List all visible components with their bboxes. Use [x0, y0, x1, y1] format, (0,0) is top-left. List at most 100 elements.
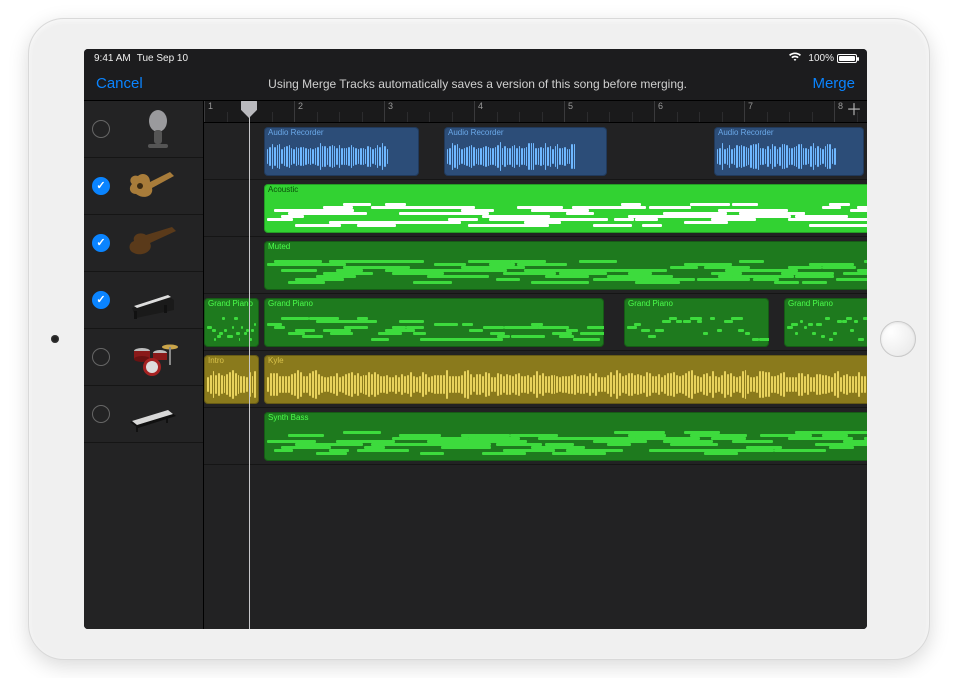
status-time: 9:41 AM: [94, 53, 131, 64]
ruler-bar-3[interactable]: 3: [384, 101, 393, 122]
ruler-bar-5[interactable]: 5: [564, 101, 573, 122]
track-header-piano[interactable]: [84, 272, 203, 329]
ipad-frame: 9:41 AM Tue Sep 10 100% Cancel Using Mer…: [28, 18, 930, 660]
track-lane-bass-guitar[interactable]: Muted: [204, 237, 867, 294]
ruler-subtick: [339, 112, 340, 122]
track-sidebar: [84, 101, 204, 629]
ruler-bar-1[interactable]: 1: [204, 101, 213, 122]
track-select-checkbox[interactable]: [92, 234, 110, 252]
region-label: Intro: [208, 356, 224, 366]
ruler-subtick: [519, 112, 520, 122]
track-lane-drums[interactable]: Intro Kyle: [204, 351, 867, 408]
region-content: [444, 139, 607, 174]
region-label: Audio Recorder: [448, 128, 504, 138]
region[interactable]: Grand Piano: [624, 298, 769, 347]
region-label: Audio Recorder: [268, 128, 324, 138]
track-lane-piano[interactable]: Grand Piano Grand Piano Grand Piano Grand P…: [204, 294, 867, 351]
region-label: Grand Piano: [788, 299, 833, 309]
region-label: Grand Piano: [208, 299, 253, 309]
region[interactable]: Audio Recorder: [444, 127, 607, 176]
ruler-subtick: [272, 112, 273, 122]
ruler-subtick: [407, 112, 408, 122]
bass-guitar-icon: [118, 221, 188, 265]
status-bar: 9:41 AM Tue Sep 10 100%: [84, 49, 867, 67]
ruler-subtick: [699, 112, 700, 122]
ruler-subtick: [542, 112, 543, 122]
ruler[interactable]: ＋ 1 2 3 4 5 6 7 8: [204, 101, 867, 123]
ruler-subtick: [812, 112, 813, 122]
region[interactable]: Grand Piano: [784, 298, 867, 347]
region[interactable]: Intro: [204, 355, 259, 404]
nav-bar: Cancel Using Merge Tracks automatically …: [84, 67, 867, 101]
track-select-checkbox[interactable]: [92, 291, 110, 309]
ruler-subtick: [452, 112, 453, 122]
timeline-area[interactable]: ＋ 12345678 Audio RecorderAudio RecorderA…: [204, 101, 867, 629]
region[interactable]: Grand Piano: [264, 298, 604, 347]
track-header-vocal[interactable]: [84, 101, 203, 158]
track-header-drums[interactable]: [84, 329, 203, 386]
region[interactable]: Synth Bass: [264, 412, 867, 461]
track-select-checkbox[interactable]: [92, 177, 110, 195]
ruler-bar-7[interactable]: 7: [744, 101, 753, 122]
region-label: Audio Recorder: [718, 128, 774, 138]
region-label: Synth Bass: [268, 413, 308, 423]
region[interactable]: Kyle: [264, 355, 867, 404]
wifi-icon: [788, 52, 802, 65]
ruler-bar-6[interactable]: 6: [654, 101, 663, 122]
region-content: [624, 310, 769, 345]
track-header-bass-guitar[interactable]: [84, 215, 203, 272]
region[interactable]: Grand Piano: [204, 298, 259, 347]
ruler-bar-8[interactable]: 8: [834, 101, 843, 122]
region[interactable]: Audio Recorder: [714, 127, 864, 176]
ruler-subtick: [632, 112, 633, 122]
region-content: [264, 424, 867, 459]
region[interactable]: Muted: [264, 241, 867, 290]
region-label: Acoustic: [268, 185, 298, 195]
ruler-subtick: [249, 112, 250, 122]
keyboard-icon: [118, 392, 188, 436]
ruler-subtick: [857, 112, 858, 122]
region-content: [264, 196, 867, 231]
drums-icon: [118, 335, 188, 379]
region-label: Grand Piano: [268, 299, 313, 309]
ruler-subtick: [677, 112, 678, 122]
cancel-button[interactable]: Cancel: [96, 75, 143, 92]
mic-icon: [118, 107, 188, 151]
region-content: [264, 310, 604, 345]
region[interactable]: Audio Recorder: [264, 127, 419, 176]
home-button[interactable]: [880, 321, 916, 357]
add-section-button[interactable]: ＋: [845, 103, 863, 121]
track-select-checkbox[interactable]: [92, 348, 110, 366]
piano-icon: [118, 278, 188, 322]
track-header-synth[interactable]: [84, 386, 203, 443]
battery-percent: 100%: [808, 53, 834, 64]
ruler-subtick: [587, 112, 588, 122]
ruler-subtick: [722, 112, 723, 122]
ruler-bar-4[interactable]: 4: [474, 101, 483, 122]
track-lanes: Audio Recorder Audio Recorder Audio Record…: [204, 123, 867, 629]
track-lane-vocal[interactable]: Audio Recorder Audio Recorder Audio Record…: [204, 123, 867, 180]
region-content: [714, 139, 864, 174]
ruler-subtick: [497, 112, 498, 122]
status-date: Tue Sep 10: [137, 53, 188, 64]
ruler-subtick: [767, 112, 768, 122]
track-header-acoustic[interactable]: [84, 158, 203, 215]
track-select-checkbox[interactable]: [92, 120, 110, 138]
region-label: Muted: [268, 242, 290, 252]
region[interactable]: Acoustic: [264, 184, 867, 233]
battery-icon: [837, 54, 857, 63]
ruler-subtick: [227, 112, 228, 122]
track-lane-synth[interactable]: Synth Bass: [204, 408, 867, 465]
track-lane-acoustic[interactable]: Acoustic: [204, 180, 867, 237]
region-content: [264, 253, 867, 288]
ruler-subtick: [429, 112, 430, 122]
region-content: [204, 310, 259, 345]
track-select-checkbox[interactable]: [92, 405, 110, 423]
front-camera: [51, 335, 59, 343]
ruler-subtick: [789, 112, 790, 122]
region-content: [264, 367, 867, 402]
merge-button[interactable]: Merge: [812, 75, 855, 92]
region-content: [204, 367, 259, 402]
track-editor: ＋ 12345678 Audio RecorderAudio RecorderA…: [84, 101, 867, 629]
ruler-bar-2[interactable]: 2: [294, 101, 303, 122]
